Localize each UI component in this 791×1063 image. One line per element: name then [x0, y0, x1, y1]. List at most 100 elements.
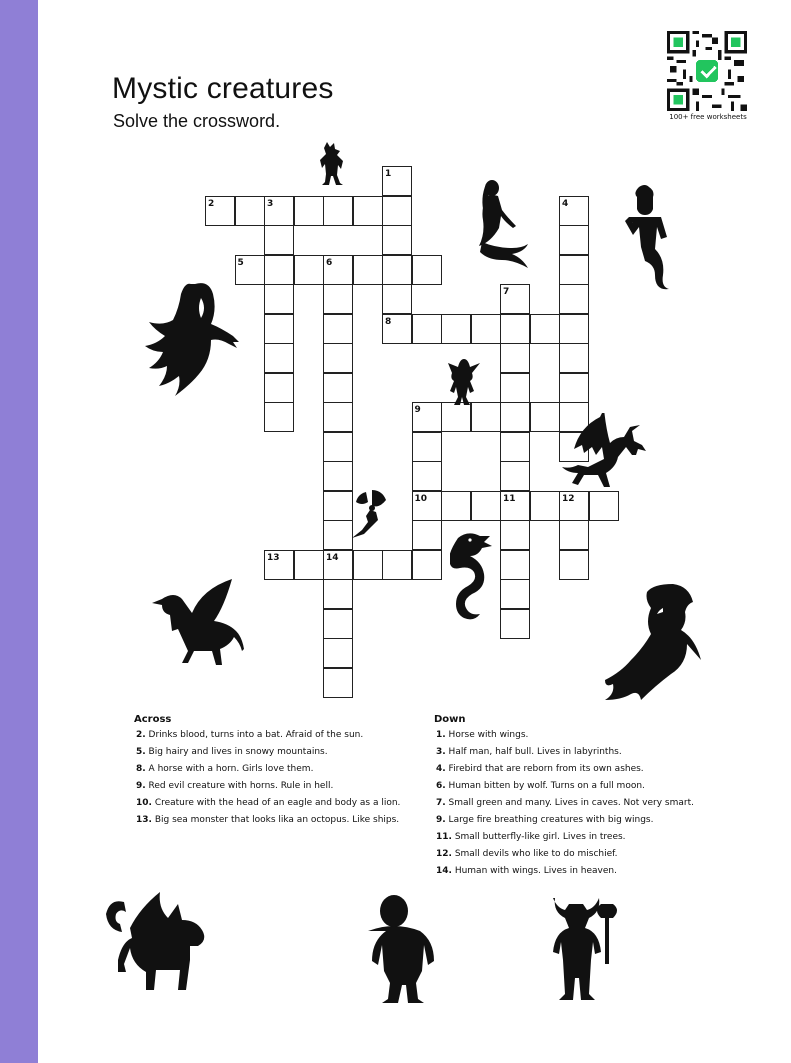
- crossword-cell[interactable]: [323, 520, 353, 550]
- crossword-cell[interactable]: [500, 431, 530, 462]
- crossword-cell[interactable]: [411, 254, 442, 285]
- crossword-cell[interactable]: [352, 254, 383, 285]
- crossword-cell[interactable]: [382, 254, 412, 285]
- crossword-cell[interactable]: [529, 402, 560, 432]
- clue-number: 1: [385, 169, 392, 179]
- crossword-cell[interactable]: [441, 490, 471, 521]
- crossword-cell[interactable]: [470, 402, 501, 432]
- crossword-cell[interactable]: [234, 195, 265, 226]
- crossword-cell[interactable]: [441, 402, 471, 432]
- crossword-cell[interactable]: [529, 313, 560, 344]
- crossword-cell[interactable]: [323, 313, 353, 344]
- clue-number: 13: [267, 552, 280, 563]
- crossword-cell[interactable]: [559, 520, 589, 550]
- crossword-cell[interactable]: [529, 490, 560, 521]
- across-heading: Across: [134, 714, 172, 725]
- crossword-cell[interactable]: [293, 195, 324, 226]
- crossword-cell[interactable]: [382, 284, 412, 314]
- crossword-cell[interactable]: [323, 490, 353, 521]
- across-clue: 5. Big hairy and lives in snowy mountain…: [136, 747, 328, 757]
- griffin-icon: [152, 579, 244, 665]
- clue-number: 4: [562, 198, 569, 209]
- crossword-cell[interactable]: [323, 195, 353, 226]
- clue-number: 3: [267, 198, 274, 209]
- fairy-icon: [352, 490, 386, 538]
- crossword-cell[interactable]: [264, 313, 294, 344]
- manticore-icon: [106, 892, 205, 990]
- crossword-cell[interactable]: [323, 372, 353, 403]
- crossword-cell[interactable]: [323, 431, 353, 462]
- crossword-cell[interactable]: [500, 372, 530, 403]
- crossword-cell[interactable]: [382, 549, 412, 580]
- across-clue: 10. Creature with the head of an eagle a…: [136, 798, 400, 808]
- clue-number-label: 13.: [136, 815, 152, 825]
- crossword-cell[interactable]: [500, 579, 530, 609]
- crossword-cell[interactable]: [352, 195, 383, 226]
- crossword-cell[interactable]: [559, 254, 589, 285]
- clue-number: 10: [414, 493, 428, 504]
- down-clue: 6. Human bitten by wolf. Turns on a full…: [436, 781, 645, 791]
- ghost-icon: [145, 283, 239, 396]
- crossword-cell[interactable]: [500, 549, 530, 580]
- crossword-cell[interactable]: [470, 313, 501, 344]
- clue-number-label: 14.: [436, 866, 452, 876]
- crossword-cell[interactable]: [559, 313, 589, 344]
- crossword-cell[interactable]: [264, 402, 294, 432]
- clue-number-label: 5.: [136, 747, 146, 757]
- crossword-cell[interactable]: [411, 461, 442, 491]
- down-clue: 7. Small green and many. Lives in caves.…: [436, 798, 694, 808]
- crossword-cell[interactable]: [559, 284, 589, 314]
- crossword-cell[interactable]: [323, 579, 353, 609]
- crossword-cell[interactable]: [559, 225, 589, 255]
- crossword-cell[interactable]: [500, 520, 530, 550]
- across-clue: 9. Red evil creature with horns. Rule in…: [136, 781, 333, 791]
- sea-serpent-icon: [450, 533, 492, 620]
- crossword-cell[interactable]: [323, 461, 353, 491]
- genie-icon: [625, 185, 669, 290]
- crossword-cell[interactable]: [559, 372, 589, 403]
- crossword-cell[interactable]: [323, 284, 353, 314]
- crossword-cell[interactable]: [264, 284, 294, 314]
- clue-number: 8: [385, 316, 392, 327]
- crossword-cell[interactable]: [500, 313, 530, 344]
- crossword-cell[interactable]: [293, 549, 324, 580]
- crossword-cell[interactable]: [411, 520, 442, 550]
- crossword-cell[interactable]: [323, 638, 353, 668]
- crossword-cell[interactable]: [559, 549, 589, 580]
- down-clue: 12. Small devils who like to do mischief…: [436, 849, 618, 859]
- crossword-cell[interactable]: [411, 313, 442, 344]
- clue-number-label: 2.: [136, 730, 146, 740]
- down-clue: 11. Small butterfly-like girl. Lives in …: [436, 832, 626, 842]
- crossword-cell[interactable]: [323, 667, 353, 698]
- crossword-cell[interactable]: [411, 431, 442, 462]
- crossword-cell[interactable]: [323, 608, 353, 639]
- crossword-cell[interactable]: [293, 254, 324, 285]
- crossword-cell[interactable]: [470, 490, 501, 521]
- crossword-cell[interactable]: [264, 372, 294, 403]
- down-heading: Down: [434, 714, 466, 725]
- crossword-cell[interactable]: [264, 254, 294, 285]
- crossword-cell[interactable]: [352, 549, 383, 580]
- clue-text: Red evil creature with horns. Rule in he…: [145, 781, 334, 791]
- crossword-cell[interactable]: [441, 313, 471, 344]
- clue-text: A horse with a horn. Girls love them.: [145, 764, 314, 774]
- crossword-cell[interactable]: [264, 225, 294, 255]
- crossword-cell[interactable]: [411, 549, 442, 580]
- crossword-cell[interactable]: [382, 195, 412, 226]
- clue-number-label: 4.: [436, 764, 446, 774]
- across-clue: 13. Big sea monster that looks lika an o…: [136, 815, 399, 825]
- crossword-cell[interactable]: [500, 402, 530, 432]
- crossword-cell[interactable]: [500, 343, 530, 373]
- crossword-cell[interactable]: [323, 343, 353, 373]
- crossword-cell[interactable]: [323, 402, 353, 432]
- down-clue: 1. Horse with wings.: [436, 730, 528, 740]
- crossword-cell[interactable]: [382, 225, 412, 255]
- crossword-cell[interactable]: [559, 343, 589, 373]
- crossword-cell[interactable]: [500, 461, 530, 491]
- crossword-cell[interactable]: [500, 608, 530, 639]
- clue-number: 2: [208, 198, 215, 209]
- across-clue: 8. A horse with a horn. Girls love them.: [136, 764, 313, 774]
- clue-text: Big hairy and lives in snowy mountains.: [145, 747, 328, 757]
- crossword-cell[interactable]: [264, 343, 294, 373]
- down-clue: 3. Half man, half bull. Lives in labyrin…: [436, 747, 622, 757]
